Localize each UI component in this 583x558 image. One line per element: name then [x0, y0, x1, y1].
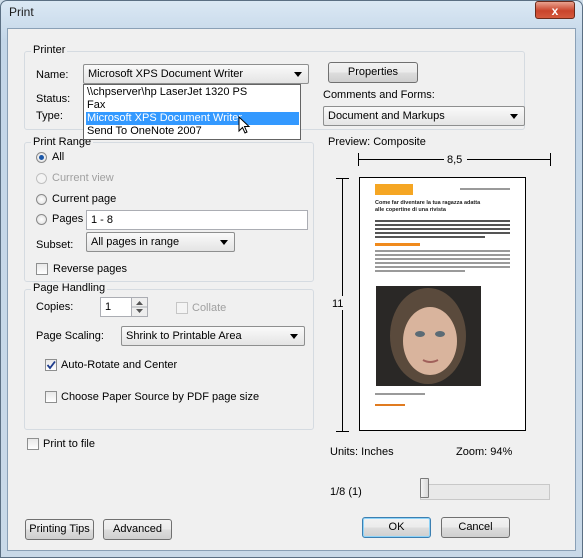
- body-text-line: [375, 250, 510, 252]
- reverse-pages-checkbox[interactable]: [36, 263, 48, 275]
- printer-name-value: Microsoft XPS Document Writer: [88, 68, 244, 80]
- copies-spinner[interactable]: [131, 297, 148, 317]
- radio-all-label: All: [52, 151, 65, 163]
- units-label: Units: Inches: [330, 446, 394, 458]
- spinner-arrows-icon: [132, 301, 147, 313]
- portrait-photo: [376, 286, 481, 386]
- window-title: Print: [9, 5, 34, 19]
- reverse-pages-label: Reverse pages: [53, 263, 127, 275]
- body-text-line: [375, 228, 510, 230]
- copies-label: Copies:: [36, 301, 74, 313]
- printer-name-label: Name:: [36, 69, 69, 81]
- page-height-value: 11: [332, 298, 344, 310]
- properties-button[interactable]: Properties: [328, 62, 418, 83]
- radio-pages[interactable]: [36, 214, 47, 225]
- checkmark-icon: [46, 360, 56, 370]
- collate-checkbox: [176, 302, 188, 314]
- page-handling-label: Page Handling: [31, 282, 108, 294]
- comments-forms-label: Comments and Forms:: [323, 89, 435, 101]
- page-slider-track[interactable]: [420, 484, 550, 500]
- ok-button[interactable]: OK: [362, 517, 431, 538]
- header-text-line: [460, 188, 510, 190]
- printer-dropdown-list: \\chpserver\hp LaserJet 1320 PS Fax Micr…: [83, 84, 301, 140]
- body-text-line: [375, 254, 510, 256]
- body-text-line: [375, 232, 510, 234]
- auto-rotate-checkbox[interactable]: [45, 359, 57, 371]
- body-text-line: [375, 220, 510, 222]
- printer-name-select[interactable]: Microsoft XPS Document Writer: [83, 64, 309, 84]
- orange-subheading: [375, 243, 420, 246]
- paper-source-checkbox[interactable]: [45, 391, 57, 403]
- article-title: Come far diventare la tua ragazza adatta…: [375, 200, 481, 213]
- chevron-down-icon: [220, 240, 228, 245]
- auto-rotate-label: Auto-Rotate and Center: [61, 359, 178, 371]
- body-text-line: [375, 224, 510, 226]
- paper-source-label: Choose Paper Source by PDF page size: [61, 391, 260, 403]
- height-dimension-tick: [336, 431, 349, 432]
- page-counter: 1/8 (1): [330, 486, 362, 498]
- printer-group-label: Printer: [31, 44, 68, 56]
- pages-input[interactable]: 1 - 8: [86, 210, 308, 230]
- page-preview: Come far diventare la tua ragazza adatta…: [359, 177, 526, 431]
- radio-current-view-label: Current view: [52, 172, 114, 184]
- page-width-value: 8,5: [447, 154, 463, 166]
- page-slider-thumb[interactable]: [420, 478, 429, 498]
- subset-label: Subset:: [36, 239, 74, 251]
- width-dimension-line: [359, 159, 444, 160]
- close-button[interactable]: x: [535, 1, 575, 19]
- printing-tips-button[interactable]: Printing Tips: [25, 519, 94, 540]
- body-text-line: [375, 236, 485, 238]
- footer-link-line: [375, 404, 405, 406]
- print-to-file-label: Print to file: [43, 438, 95, 450]
- page-scaling-label: Page Scaling:: [36, 330, 104, 342]
- woman-portrait-icon: [376, 286, 481, 386]
- body-text-line: [375, 262, 510, 264]
- subset-value: All pages in range: [91, 236, 180, 248]
- height-dimension-line: [342, 178, 343, 296]
- mouse-cursor-icon: [238, 116, 251, 134]
- zoom-label: Zoom: 94%: [456, 446, 513, 458]
- chevron-down-icon: [510, 114, 518, 119]
- radio-current-page-label: Current page: [52, 193, 117, 205]
- cancel-button[interactable]: Cancel: [441, 517, 510, 538]
- printer-option[interactable]: \\chpserver\hp LaserJet 1320 PS: [86, 86, 299, 99]
- preview-label: Preview: Composite: [328, 136, 426, 148]
- printer-status-label: Status:: [36, 93, 71, 105]
- body-text-line: [375, 258, 510, 260]
- caption-line: [375, 393, 425, 395]
- page-scaling-select[interactable]: Shrink to Printable Area: [121, 326, 305, 346]
- page-scaling-value: Shrink to Printable Area: [126, 330, 242, 342]
- radio-current-page[interactable]: [36, 194, 47, 205]
- radio-all[interactable]: [36, 152, 47, 163]
- advanced-button[interactable]: Advanced: [103, 519, 172, 540]
- printer-type-label: Type:: [36, 110, 63, 122]
- height-dimension-line: [342, 310, 343, 431]
- printer-option[interactable]: Fax: [86, 99, 299, 112]
- width-dimension-line: [467, 159, 550, 160]
- copies-input[interactable]: 1: [100, 297, 132, 317]
- comments-forms-value: Document and Markups: [328, 110, 445, 122]
- radio-current-view: [36, 173, 47, 184]
- collate-label: Collate: [192, 302, 227, 314]
- comments-forms-select[interactable]: Document and Markups: [323, 106, 525, 126]
- printer-option-selected[interactable]: Microsoft XPS Document Writer: [86, 112, 299, 125]
- radio-pages-label: Pages: [52, 213, 84, 225]
- body-text-line: [375, 266, 510, 268]
- print-to-file-checkbox[interactable]: [27, 438, 39, 450]
- chevron-down-icon: [290, 334, 298, 339]
- height-dimension-tick: [336, 178, 349, 179]
- magazine-logo: [375, 184, 413, 195]
- subset-select[interactable]: All pages in range: [86, 232, 235, 252]
- printer-option[interactable]: Send To OneNote 2007: [86, 125, 299, 138]
- body-text-line: [375, 270, 465, 272]
- width-dimension-tick: [550, 153, 551, 166]
- width-dimension-tick: [358, 153, 359, 166]
- chevron-down-icon: [294, 72, 302, 77]
